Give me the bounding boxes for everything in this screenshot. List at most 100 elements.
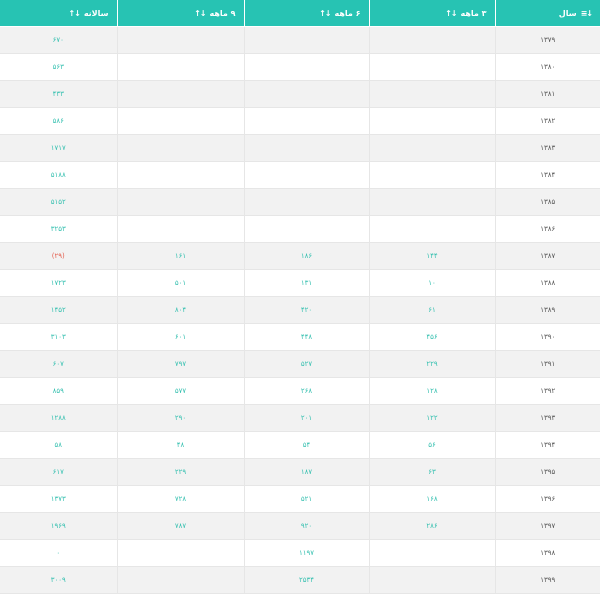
cell-6-month (244, 53, 370, 81)
cell-9-month (117, 566, 245, 594)
cell-annual: ۱۳۷۳ (0, 485, 118, 513)
cell-annual: ۸۵۹ (0, 377, 118, 405)
table-body: ۶۷۰ ۱۳۷۹ ۵۶۳ ۱۳۸۰ ۴۳۳ ۱۳۸۱ ۵۸۶ ۱۳۸۲ ۱۷۱۷ ۱۳۸۳ ۵۱۸۸… (0, 26, 600, 594)
cell-year: ۱۳۹۱ (495, 350, 600, 378)
table-row: ۵۸۶ ۱۳۸۲ (0, 107, 600, 135)
table-row: ۱۷۱۷ ۱۳۸۳ (0, 134, 600, 162)
cell-annual: ۰ (0, 539, 118, 567)
cell-9-month: ۷۹۷ (117, 350, 245, 378)
sort-icon[interactable]: ↓↑ (445, 9, 457, 18)
cell-annual: ۳۰۰۹ (0, 566, 118, 594)
table-row: ۴۳۳ ۱۳۸۱ (0, 80, 600, 108)
cell-year: ۱۳۹۴ (495, 431, 600, 459)
cell-annual: (۲۹) (0, 242, 118, 270)
cell-6-month: ۴۴۸ (244, 323, 370, 351)
sort-icon[interactable]: ↓↑ (68, 9, 80, 18)
table-row: ۸۵۹ ۵۷۷ ۲۶۸ ۱۲۸ ۱۳۹۲ (0, 377, 600, 405)
cell-6-month: ۱۱۹۷ (244, 539, 370, 567)
cell-9-month (117, 161, 245, 189)
cell-annual: ۶۷۰ (0, 26, 118, 54)
table-row: ۱۲۸۸ ۲۹۰ ۲۰۱ ۱۲۲ ۱۳۹۳ (0, 404, 600, 432)
cell-6-month (244, 107, 370, 135)
cell-annual: ۱۲۸۸ (0, 404, 118, 432)
cell-year: ۱۳۸۰ (495, 53, 600, 81)
cell-year: ۱۳۸۳ (495, 134, 600, 162)
table-row: ۱۴۵۲ ۸۰۴ ۴۲۰ ۶۱ ۱۳۸۹ (0, 296, 600, 324)
cell-6-month: ۵۲۷ (244, 350, 370, 378)
sort-icon[interactable]: ↓↑ (319, 9, 331, 18)
cell-year: ۱۳۸۸ (495, 269, 600, 297)
sort-ascending-icon[interactable]: ↓≡ (581, 9, 593, 18)
cell-year: ۱۳۸۴ (495, 161, 600, 189)
cell-6-month: ۱۸۶ (244, 242, 370, 270)
cell-9-month (117, 134, 245, 162)
cell-6-month (244, 188, 370, 216)
cell-annual: ۵۶۳ (0, 53, 118, 81)
cell-6-month (244, 134, 370, 162)
cell-3-month: ۲۲۹ (369, 350, 496, 378)
cell-3-month: ۲۸۶ (369, 512, 496, 540)
cell-year: ۱۳۷۹ (495, 26, 600, 54)
cell-annual: ۵۸ (0, 431, 118, 459)
table-row: ۵۱۸۸ ۱۳۸۴ (0, 161, 600, 189)
cell-6-month: ۲۵۳۴ (244, 566, 370, 594)
cell-9-month (117, 26, 245, 54)
cell-3-month: ۱۲۲ (369, 404, 496, 432)
column-header-6-month[interactable]: ۶ ماهه ↓↑ (244, 0, 370, 27)
cell-year: ۱۳۹۰ (495, 323, 600, 351)
cell-annual: ۱۹۶۹ (0, 512, 118, 540)
table-row: ۳۲۵۳ ۱۳۸۶ (0, 215, 600, 243)
cell-3-month: ۱۶۸ (369, 485, 496, 513)
cell-year: ۱۳۹۶ (495, 485, 600, 513)
column-header-year[interactable]: ↓≡ سال (495, 0, 600, 27)
table-row: ۶۷۰ ۱۳۷۹ (0, 26, 600, 54)
cell-year: ۱۳۸۷ (495, 242, 600, 270)
cell-annual: ۳۲۵۳ (0, 215, 118, 243)
cell-6-month (244, 80, 370, 108)
table-row: ۶۰۷ ۷۹۷ ۵۲۷ ۲۲۹ ۱۳۹۱ (0, 350, 600, 378)
column-label-9-month: ۹ ماهه (209, 8, 236, 18)
column-header-3-month[interactable]: ۳ ماهه ↓↑ (369, 0, 496, 27)
cell-3-month: ۶۱ (369, 296, 496, 324)
cell-year: ۱۳۸۹ (495, 296, 600, 324)
cell-annual: ۱۷۱۷ (0, 134, 118, 162)
column-label-3-month: ۳ ماهه (460, 8, 487, 18)
cell-9-month (117, 188, 245, 216)
cell-3-month: ۱۲۸ (369, 377, 496, 405)
cell-3-month: ۱۴۴ (369, 242, 496, 270)
cell-6-month: ۱۸۷ (244, 458, 370, 486)
cell-9-month: ۵۷۷ (117, 377, 245, 405)
cell-9-month: ۴۸ (117, 431, 245, 459)
cell-year: ۱۳۹۵ (495, 458, 600, 486)
cell-6-month (244, 215, 370, 243)
cell-9-month: ۵۰۱ (117, 269, 245, 297)
cell-annual: ۵۸۶ (0, 107, 118, 135)
cell-year: ۱۳۹۲ (495, 377, 600, 405)
column-label-6-month: ۶ ماهه (334, 8, 361, 18)
cell-3-month (369, 566, 496, 594)
column-header-annual[interactable]: ساﻻنه ↓↑ (0, 0, 118, 27)
cell-6-month: ۲۰۱ (244, 404, 370, 432)
cell-6-month (244, 161, 370, 189)
table-row: ۱۳۷۳ ۷۲۸ ۵۲۱ ۱۶۸ ۱۳۹۶ (0, 485, 600, 513)
table-row: ۵۸ ۴۸ ۵۴ ۵۶ ۱۳۹۴ (0, 431, 600, 459)
column-label-annual: ساﻻنه (83, 8, 109, 18)
table-row: ۶۱۷ ۲۲۹ ۱۸۷ ۶۳ ۱۳۹۵ (0, 458, 600, 486)
table-row: ۳۰۰۹ ۲۵۳۴ ۱۳۹۹ (0, 566, 600, 594)
cell-annual: ۱۷۲۳ (0, 269, 118, 297)
cell-year: ۱۳۹۹ (495, 566, 600, 594)
column-header-9-month[interactable]: ۹ ماهه ↓↑ (117, 0, 245, 27)
table-row: ۰ ۱۱۹۷ ۱۳۹۸ (0, 539, 600, 567)
table-row: (۲۹) ۱۶۱ ۱۸۶ ۱۴۴ ۱۳۸۷ (0, 242, 600, 270)
sort-icon[interactable]: ↓↑ (194, 9, 206, 18)
table-row: ۱۷۲۳ ۵۰۱ ۱۳۱ ۱۰ ۱۳۸۸ (0, 269, 600, 297)
cell-3-month (369, 53, 496, 81)
cell-annual: ۴۳۳ (0, 80, 118, 108)
cell-annual: ۳۱۰۳ (0, 323, 118, 351)
cell-annual: ۵۱۸۸ (0, 161, 118, 189)
cell-9-month: ۷۲۸ (117, 485, 245, 513)
cell-9-month (117, 107, 245, 135)
cell-annual: ۶۱۷ (0, 458, 118, 486)
table-row: ۵۶۳ ۱۳۸۰ (0, 53, 600, 81)
cell-9-month: ۶۰۱ (117, 323, 245, 351)
